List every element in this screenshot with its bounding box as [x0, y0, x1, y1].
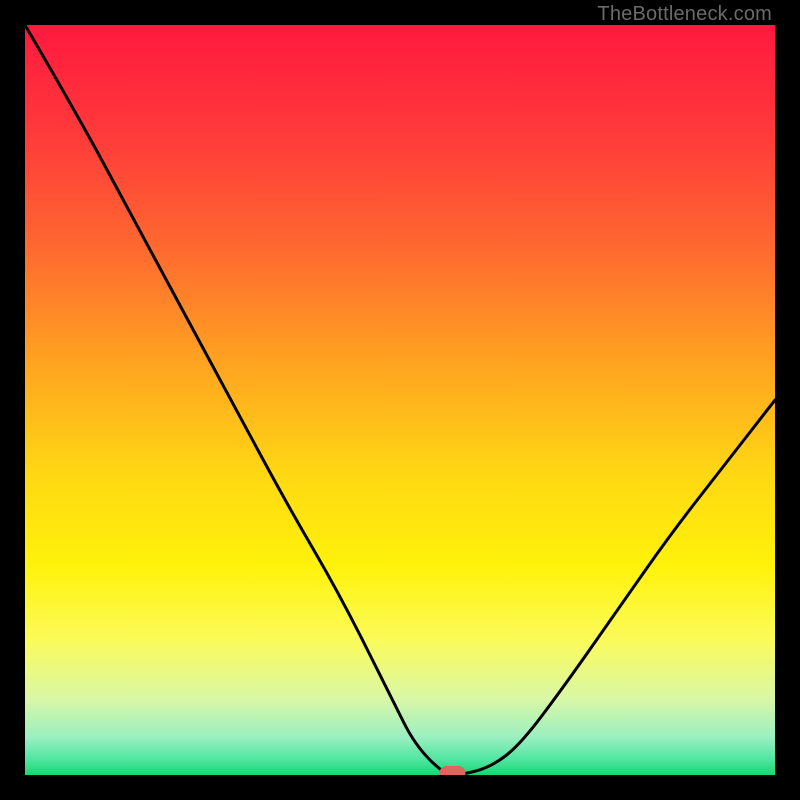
plot-area [25, 25, 775, 775]
watermark-text: TheBottleneck.com [597, 3, 772, 26]
chart-container: TheBottleneck.com [0, 0, 800, 800]
gradient-background [25, 25, 775, 775]
chart-svg [25, 25, 775, 775]
optimal-marker [440, 766, 466, 775]
